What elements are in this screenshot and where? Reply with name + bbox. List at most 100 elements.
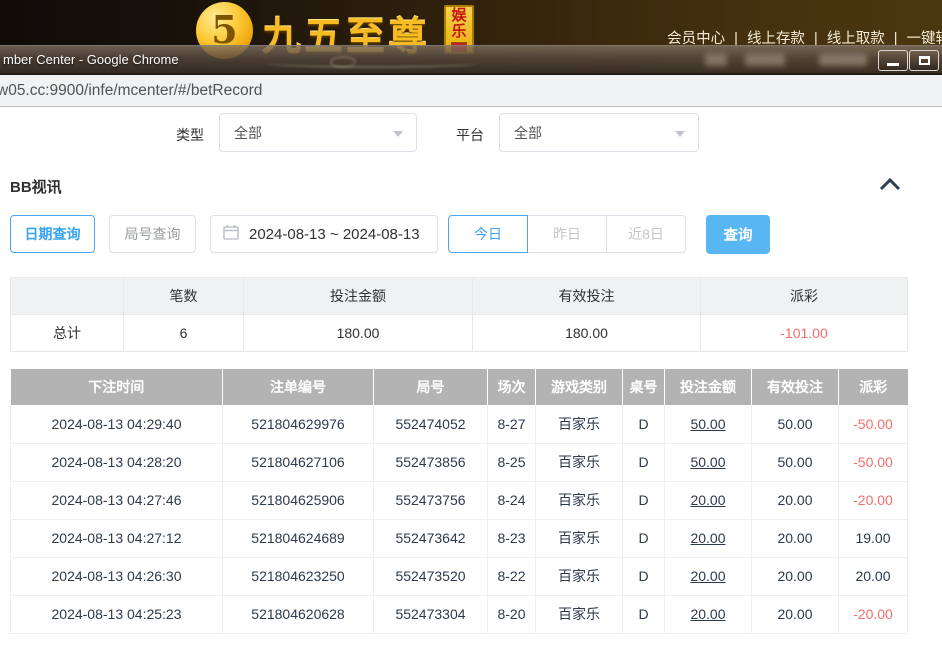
- search-button[interactable]: 查询: [706, 215, 770, 254]
- cell-table-no: D: [623, 481, 665, 519]
- cell-bet-amount-link[interactable]: 20.00: [665, 595, 752, 633]
- header-valid-bet: 有效投注: [752, 369, 839, 405]
- summary-bet-amount: 180.00: [244, 315, 473, 352]
- cell-bet-time: 2024-08-13 04:26:30: [11, 557, 223, 595]
- cell-session: 8-20: [488, 595, 536, 633]
- type-filter-label: 类型: [176, 125, 204, 145]
- cell-order-no: 521804624689: [223, 519, 374, 557]
- quick-last8days-button[interactable]: 近8日: [606, 215, 686, 253]
- summary-valid-bet: 180.00: [473, 315, 701, 352]
- bet-record-page: 类型 全部 平台 全部 BB视讯 日期查询 局号查询 2024-08-13 ~ …: [0, 107, 942, 649]
- window-title: mber Center - Google Chrome: [3, 52, 179, 67]
- cell-table-no: D: [623, 405, 665, 443]
- cell-payout: 20.00: [839, 557, 908, 595]
- maximize-button[interactable]: [909, 50, 939, 71]
- cell-table-no: D: [623, 595, 665, 633]
- cell-order-no: 521804629976: [223, 405, 374, 443]
- chevron-down-icon: [393, 131, 403, 137]
- cell-game-type: 百家乐: [536, 443, 623, 481]
- cell-payout: -20.00: [839, 481, 908, 519]
- cell-valid-bet: 20.00: [752, 557, 839, 595]
- quick-yesterday-button[interactable]: 昨日: [527, 215, 607, 253]
- header-table-no: 桌号: [623, 369, 665, 405]
- blurred-user-info: [745, 54, 785, 66]
- cell-valid-bet: 20.00: [752, 481, 839, 519]
- url-text: w05.cc:9900/infe/mcenter/#/betRecord: [0, 82, 262, 100]
- window-titlebar: mber Center - Google Chrome: [0, 45, 942, 75]
- cell-payout: -50.00: [839, 405, 908, 443]
- quick-today-button[interactable]: 今日: [448, 215, 528, 253]
- summary-header-empty: [11, 278, 124, 315]
- cell-game-type: 百家乐: [536, 557, 623, 595]
- maximize-icon: [919, 56, 930, 65]
- cell-order-no: 521804623250: [223, 557, 374, 595]
- blurred-user-info: [705, 54, 727, 66]
- platform-select[interactable]: 全部: [499, 113, 699, 152]
- header-order-no: 注单编号: [223, 369, 374, 405]
- badge-char-bottom: 乐: [451, 24, 466, 40]
- bet-table-header-row: 下注时间 注单编号 局号 场次 游戏类别 桌号 投注金额 有效投注 派彩: [11, 369, 908, 405]
- cell-bet-amount-link[interactable]: 20.00: [665, 481, 752, 519]
- cell-session: 8-23: [488, 519, 536, 557]
- bet-table-row: 2024-08-13 04:25:23 521804620628 5524733…: [11, 595, 908, 633]
- cell-table-no: D: [623, 519, 665, 557]
- date-range-value: 2024-08-13 ~ 2024-08-13: [249, 226, 420, 243]
- cell-payout: -20.00: [839, 595, 908, 633]
- cell-session: 8-24: [488, 481, 536, 519]
- cell-round-no: 552473756: [374, 481, 488, 519]
- bet-table-row: 2024-08-13 04:28:20 521804627106 5524738…: [11, 443, 908, 481]
- date-range-picker[interactable]: 2024-08-13 ~ 2024-08-13: [210, 215, 438, 253]
- chevron-up-icon[interactable]: [878, 176, 902, 192]
- cell-game-type: 百家乐: [536, 519, 623, 557]
- cell-session: 8-27: [488, 405, 536, 443]
- badge-char-top: 娱: [451, 8, 466, 24]
- calendar-icon: [223, 224, 239, 245]
- cell-order-no: 521804627106: [223, 443, 374, 481]
- cell-valid-bet: 50.00: [752, 443, 839, 481]
- cell-round-no: 552473856: [374, 443, 488, 481]
- bet-record-table: 下注时间 注单编号 局号 场次 游戏类别 桌号 投注金额 有效投注 派彩 202…: [10, 369, 908, 634]
- cell-bet-amount-link[interactable]: 20.00: [665, 557, 752, 595]
- cell-order-no: 521804620628: [223, 595, 374, 633]
- minimize-button[interactable]: [878, 50, 908, 71]
- browser-address-bar[interactable]: w05.cc:9900/infe/mcenter/#/betRecord: [0, 75, 942, 107]
- type-select[interactable]: 全部: [219, 113, 417, 152]
- header-session: 场次: [488, 369, 536, 405]
- round-query-tab[interactable]: 局号查询: [109, 215, 196, 253]
- cell-payout: -50.00: [839, 443, 908, 481]
- summary-header-bet-amount: 投注金额: [244, 278, 473, 315]
- cell-session: 8-25: [488, 443, 536, 481]
- summary-header-count: 笔数: [124, 278, 244, 315]
- decorative-swirl: [268, 59, 478, 68]
- cell-game-type: 百家乐: [536, 405, 623, 443]
- bet-table-row: 2024-08-13 04:27:12 521804624689 5524736…: [11, 519, 908, 557]
- header-payout: 派彩: [839, 369, 908, 405]
- minimize-icon: [887, 63, 899, 66]
- cell-round-no: 552473520: [374, 557, 488, 595]
- summary-count: 6: [124, 315, 244, 352]
- cell-valid-bet: 20.00: [752, 595, 839, 633]
- chevron-down-icon: [675, 131, 685, 137]
- site-banner: 5 九五至尊 娱 乐 会员中心|线上存款|线上取款|一键转 mber Cente…: [0, 0, 942, 75]
- bet-table-row: 2024-08-13 04:29:40 521804629976 5524740…: [11, 405, 908, 443]
- cell-bet-amount-link[interactable]: 50.00: [665, 405, 752, 443]
- cell-bet-time: 2024-08-13 04:29:40: [11, 405, 223, 443]
- summary-total-label: 总计: [11, 315, 124, 352]
- header-round-no: 局号: [374, 369, 488, 405]
- type-select-value: 全部: [234, 123, 262, 143]
- summary-total-row: 总计 6 180.00 180.00 -101.00: [11, 315, 908, 352]
- summary-payout: -101.00: [701, 315, 908, 352]
- blurred-user-info: [819, 54, 867, 66]
- decorative-swirl-loop: [330, 56, 356, 68]
- date-query-tab[interactable]: 日期查询: [10, 215, 95, 253]
- cell-round-no: 552474052: [374, 405, 488, 443]
- cell-bet-amount-link[interactable]: 20.00: [665, 519, 752, 557]
- cell-game-type: 百家乐: [536, 595, 623, 633]
- cell-bet-time: 2024-08-13 04:28:20: [11, 443, 223, 481]
- header-bet-time: 下注时间: [11, 369, 223, 405]
- summary-header-valid-bet: 有效投注: [473, 278, 701, 315]
- cell-bet-amount-link[interactable]: 50.00: [665, 443, 752, 481]
- cell-payout: 19.00: [839, 519, 908, 557]
- cell-order-no: 521804625906: [223, 481, 374, 519]
- section-title: BB视讯: [10, 176, 62, 197]
